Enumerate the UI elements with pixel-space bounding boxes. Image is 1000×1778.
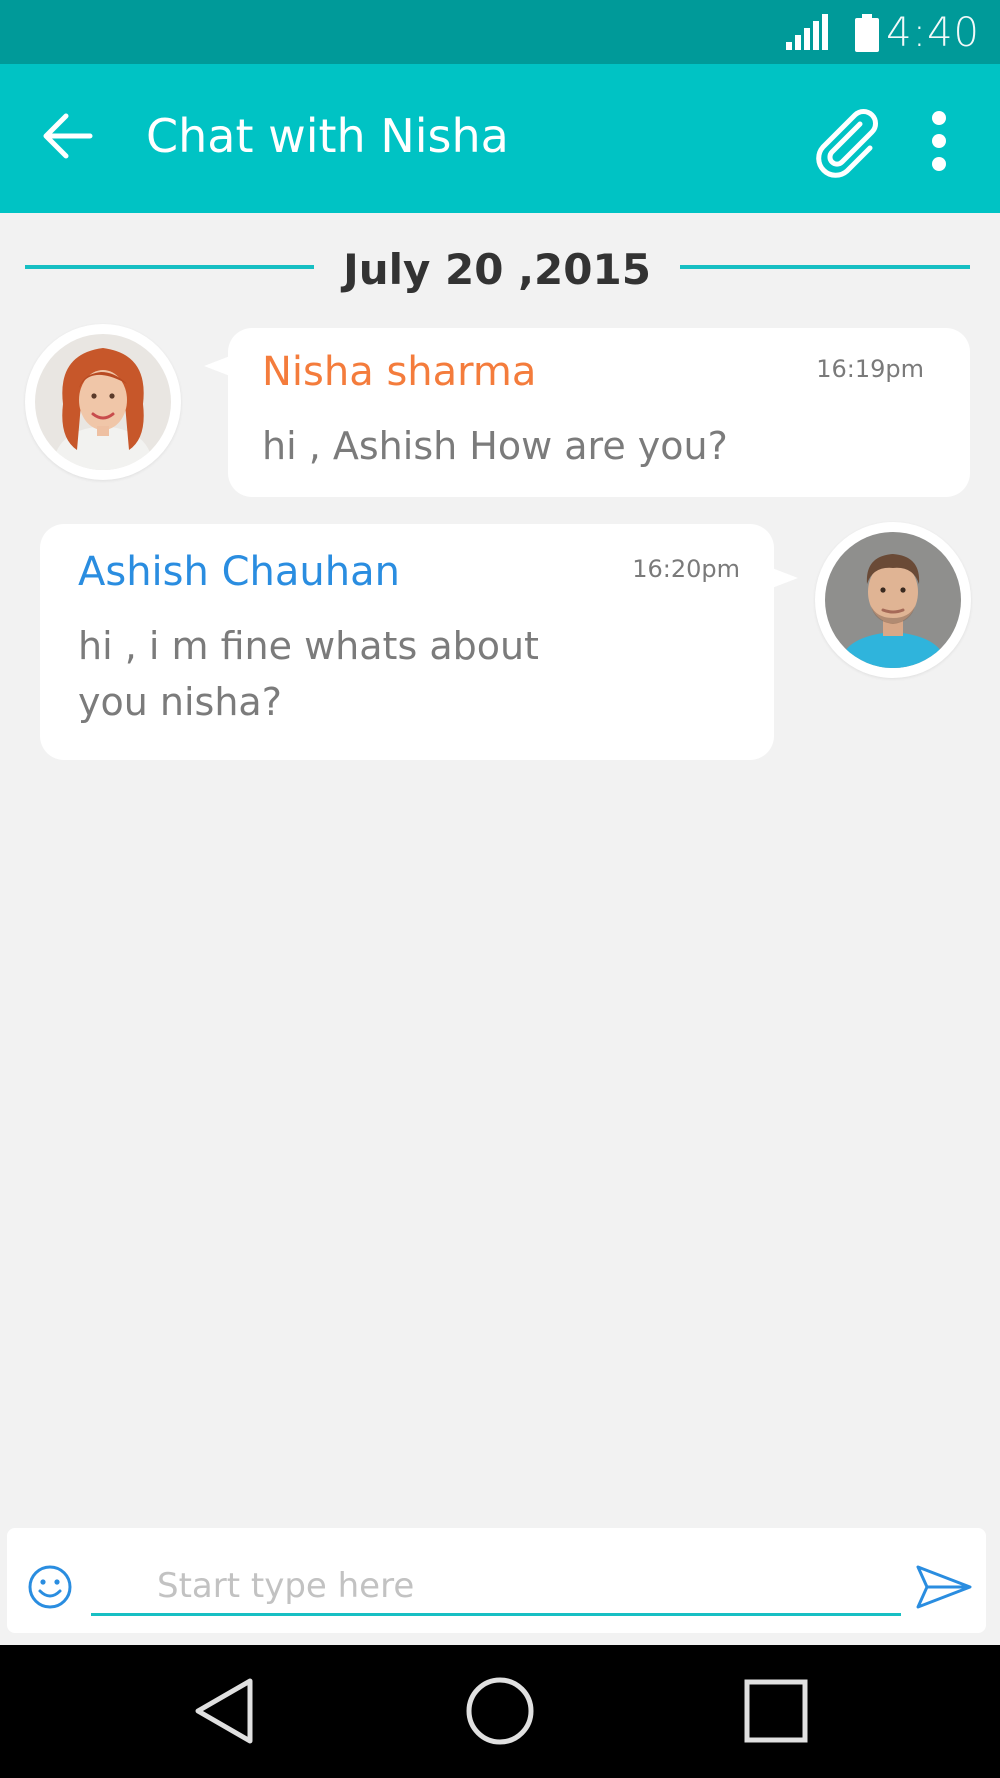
send-icon[interactable] — [915, 1564, 973, 1610]
paperclip-icon[interactable] — [808, 102, 884, 178]
message-bubble[interactable]: Nisha sharma 16:19pm hi , Ashish How are… — [204, 328, 970, 497]
divider-line — [680, 265, 970, 269]
bubble-tail — [772, 568, 798, 588]
male-avatar — [825, 532, 961, 668]
sender-name: Ashish Chauhan — [78, 549, 400, 595]
chat-date: July 20 ,2015 — [343, 245, 651, 294]
page-title: Chat with Nisha — [146, 109, 509, 163]
signal-icon — [786, 14, 828, 50]
sender-name: Nisha sharma — [262, 349, 537, 395]
message-time: 16:20pm — [632, 555, 740, 583]
female-avatar — [35, 334, 171, 470]
message-time: 16:19pm — [816, 355, 924, 383]
message-text: hi , i m fine whats about you nisha? — [78, 624, 539, 724]
message-input[interactable] — [91, 1558, 901, 1616]
status-time: 4:40 — [886, 10, 980, 56]
emoji-icon[interactable] — [27, 1564, 73, 1610]
nav-home-icon[interactable] — [464, 1675, 536, 1747]
date-separator: July 20 ,2015 — [0, 240, 1000, 300]
bubble-tail — [204, 356, 230, 376]
divider-line — [25, 265, 314, 269]
message-composer — [7, 1528, 986, 1633]
avatar-ashish[interactable] — [815, 522, 971, 678]
back-arrow-icon[interactable] — [40, 108, 96, 164]
app-bar: Chat with Nisha — [0, 64, 1000, 213]
more-vert-icon[interactable] — [918, 110, 960, 172]
battery-icon — [855, 14, 879, 52]
navigation-bar — [0, 1645, 1000, 1778]
message-text: hi , Ashish How are you? — [262, 424, 728, 468]
nav-recents-icon[interactable] — [744, 1679, 808, 1743]
avatar-nisha[interactable] — [25, 324, 181, 480]
status-bar: 4:40 — [0, 0, 1000, 64]
message-bubble[interactable]: Ashish Chauhan 16:20pm hi , i m fine wha… — [40, 524, 798, 760]
nav-back-icon[interactable] — [190, 1675, 260, 1747]
